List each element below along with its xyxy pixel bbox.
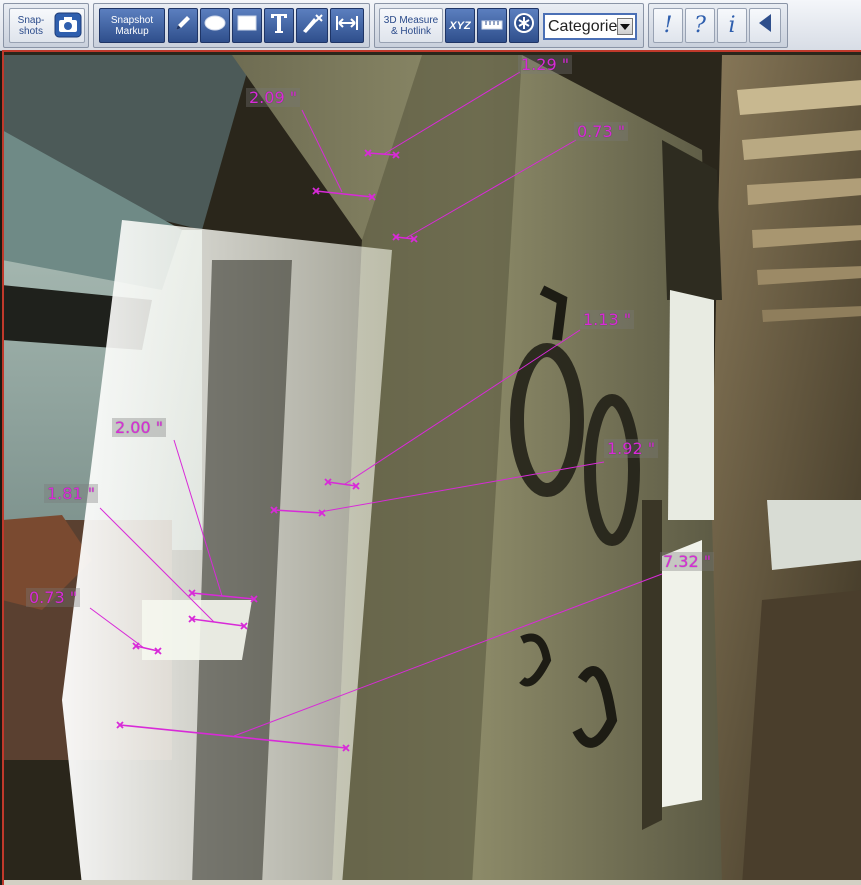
dimension-icon [335,14,359,37]
info-button[interactable]: i [717,8,747,43]
ruler-icon [481,17,503,35]
text-tool-icon [269,12,289,39]
alert-button[interactable]: ! [653,8,683,43]
measurement-segment [191,618,245,627]
camera-icon [54,12,82,43]
question-icon: ? [694,13,706,38]
measure-group: 3D Measure & Hotlink XYZ Categorie [374,3,644,48]
asterisk-icon [513,12,535,39]
measurement-label[interactable]: 2.00 " [112,418,167,437]
text-tool-button[interactable] [264,8,294,43]
measurement-leader-line [233,573,663,737]
markup-group: Snapshot Markup [93,3,370,48]
category-select[interactable]: Categorie [543,13,637,40]
xyz-button[interactable]: XYZ [445,8,475,43]
measurement-label[interactable]: 1.92 " [604,439,659,458]
measure-hotlink-label: 3D Measure & Hotlink [383,14,439,37]
delete-markup-button[interactable] [296,8,328,43]
measurement-segment [191,592,255,600]
measurement-leader-line [173,439,223,597]
measurement-label[interactable]: 1.81 " [44,484,99,503]
measurement-label[interactable]: 0.73 " [574,122,629,141]
eraser-x-icon [300,12,324,39]
measurement-label[interactable]: 2.09 " [246,88,301,107]
chevron-down-icon[interactable] [617,18,633,35]
measurement-label[interactable]: 1.13 " [580,310,635,329]
snapshots-label: Snap- shots [17,14,45,37]
triangle-left-icon [758,13,772,38]
snapshots-group: Snap- shots [3,3,89,48]
measurement-label[interactable]: 7.32 " [660,552,715,571]
measurement-leader-line [405,139,577,239]
measure-hotlink-button[interactable]: 3D Measure & Hotlink [379,8,443,43]
measurement-leader-line [99,507,215,623]
scan-viewport[interactable]: 1.29 " 2.09 " 0.73 " 1.13 " 1.92 " 2.00 " 1.81… [2,50,861,885]
measurement-leader-line [344,329,581,485]
measurement-segment [119,724,347,749]
ellipse-icon [204,15,226,36]
measurement-leader-line [89,607,145,649]
measurement-segment [315,190,373,198]
measurement-overlay [89,71,663,752]
ruler-button[interactable] [477,8,507,43]
toolbar: Snap- shots Snapshot Markup 3D Measure &… [0,0,861,51]
measurement-leader-line [319,461,605,513]
help-group: ! ? i [648,3,788,48]
pencil-tool-button[interactable] [168,8,198,43]
exclamation-icon: ! [663,13,673,38]
rectangle-tool-button[interactable] [232,8,262,43]
info-icon: i [728,13,736,38]
xyz-label: XYZ [449,19,471,32]
measurement-segment [367,152,397,156]
rectangle-icon [237,15,257,36]
measurement-leader-line [301,109,343,193]
help-button[interactable]: ? [685,8,715,43]
measurement-leader-line [383,71,521,155]
measurement-segment [273,509,323,514]
pencil-icon [173,13,193,38]
snapshot-markup-label: Snapshot Markup [110,14,154,37]
measurement-label[interactable]: 1.29 " [518,55,573,74]
options-button[interactable] [509,8,539,43]
measurement-label[interactable]: 0.73 " [26,588,81,607]
measurement-segment [327,481,357,487]
category-select-value: Categorie [548,17,618,35]
snapshot-markup-button[interactable]: Snapshot Markup [99,8,165,43]
ellipse-tool-button[interactable] [200,8,230,43]
snapshots-button[interactable]: Snap- shots [9,8,85,43]
dimension-tool-button[interactable] [330,8,364,43]
collapse-button[interactable] [749,8,781,43]
